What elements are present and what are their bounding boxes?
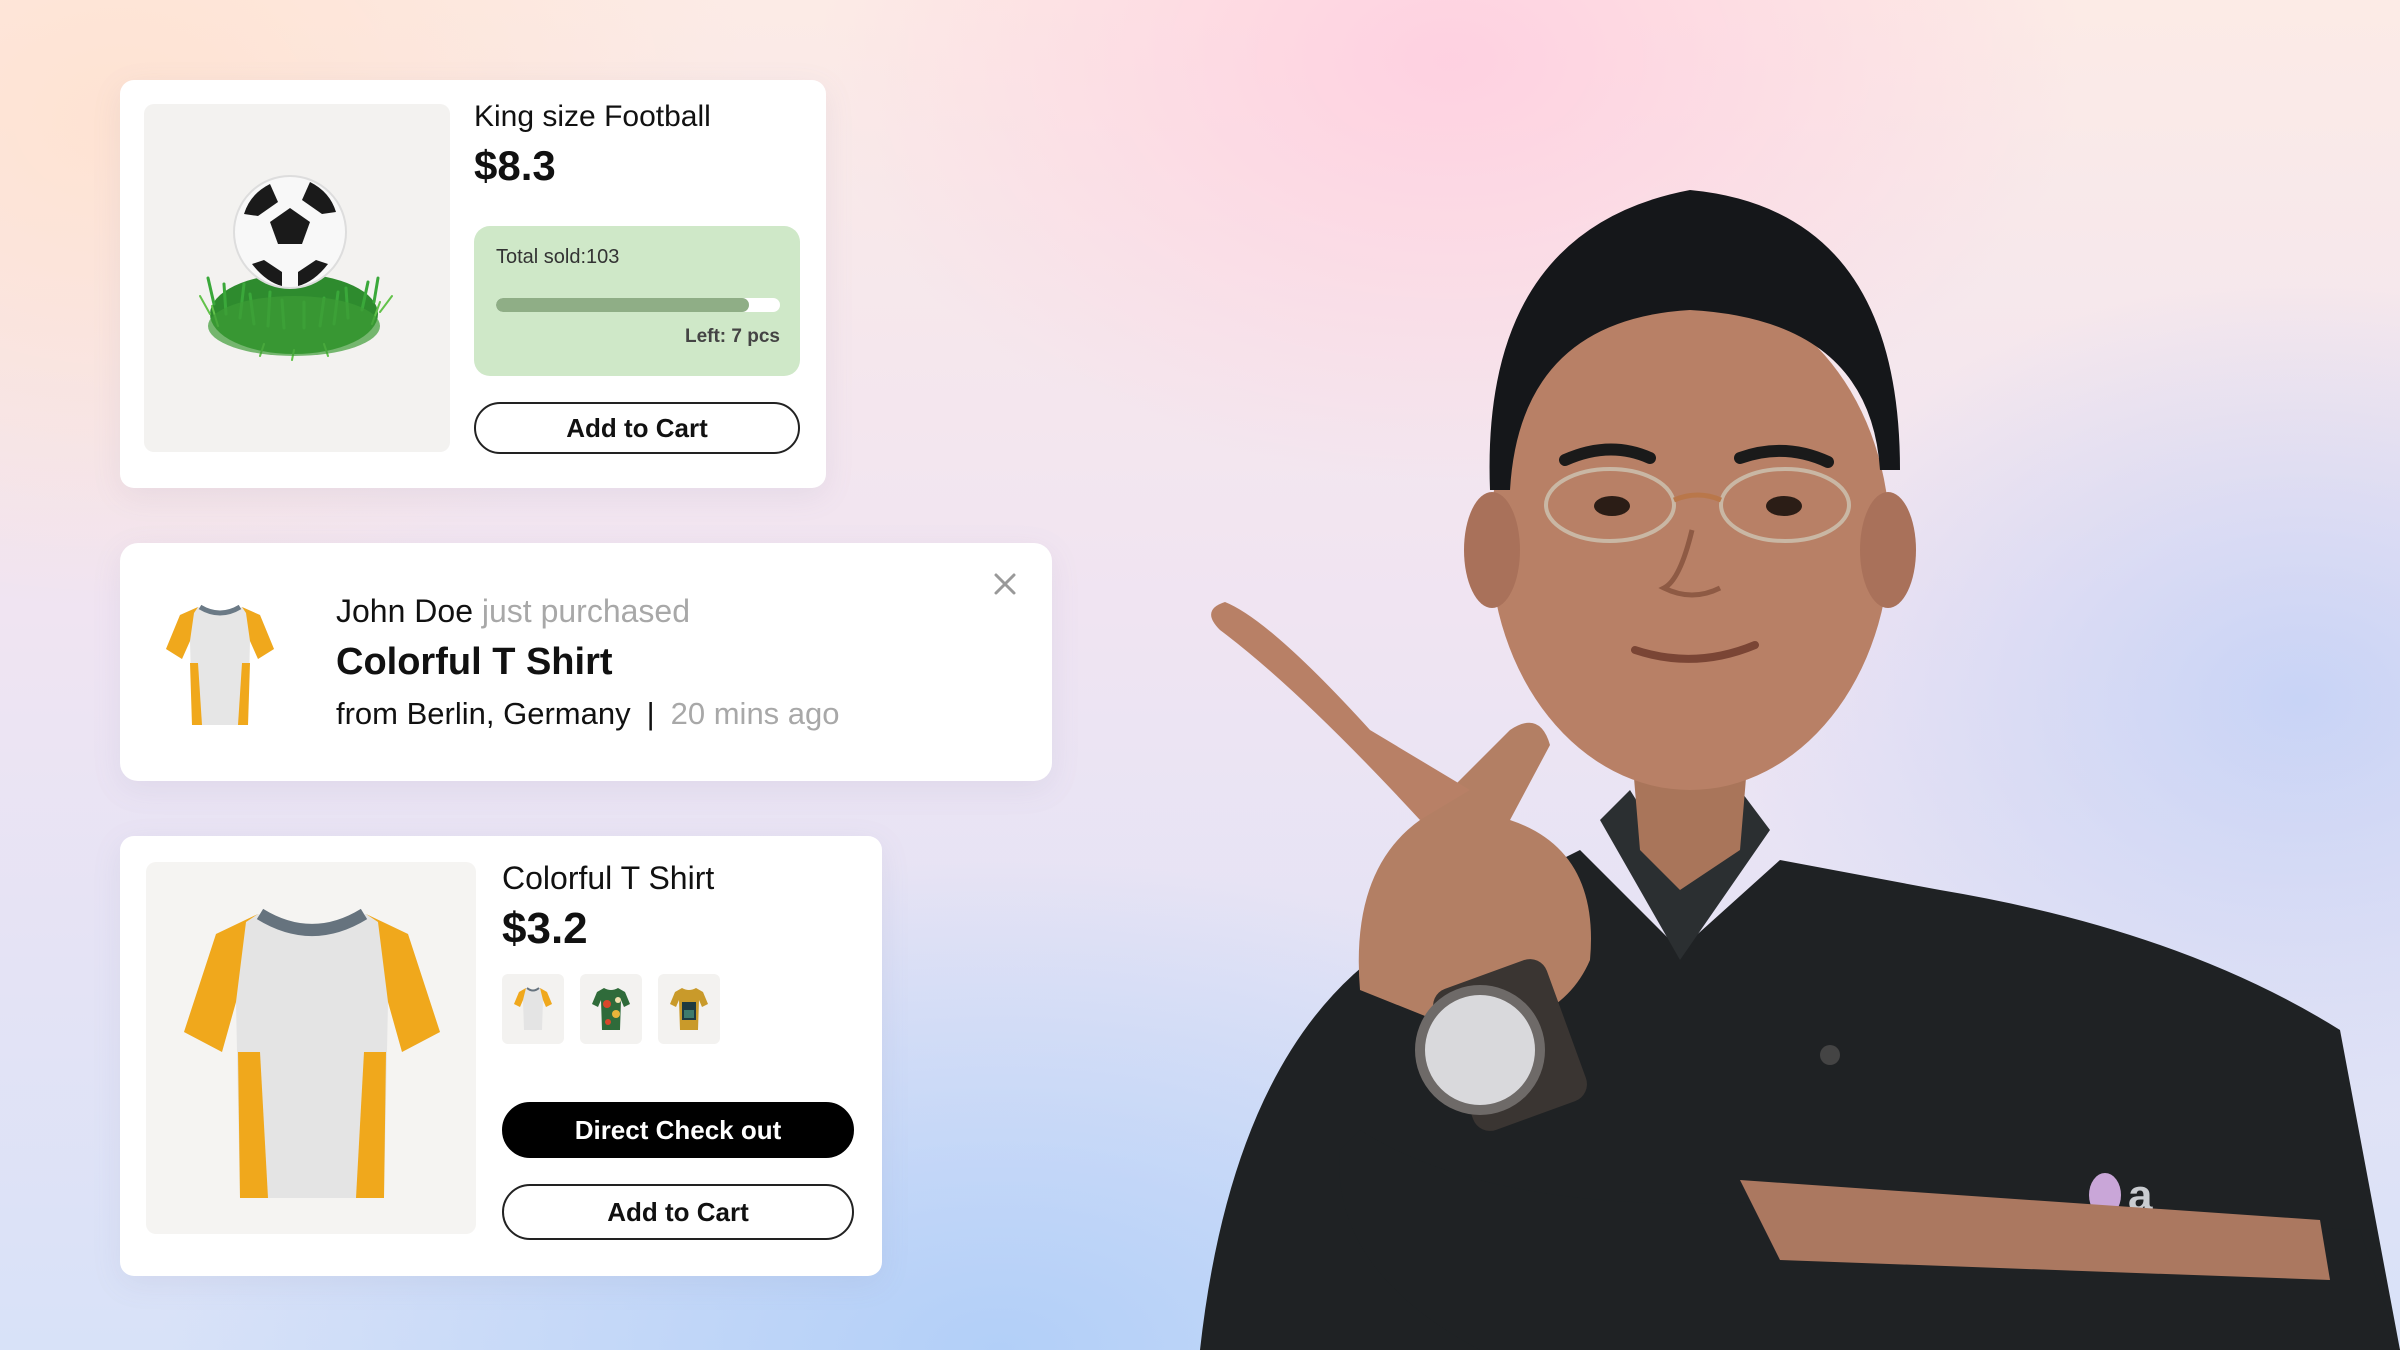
purchased-product-name: Colorful T Shirt: [336, 641, 613, 683]
purchase-time: 20 mins ago: [670, 696, 840, 731]
purchase-meta: from Berlin, Germany | 20 mins ago: [336, 696, 840, 732]
total-sold-label: Total sold:103: [496, 246, 620, 268]
presenter-illustration: a: [1200, 190, 2400, 1350]
recent-purchase-notification: John Doe just purchased Colorful T Shirt…: [120, 543, 1052, 781]
close-icon[interactable]: [988, 567, 1022, 601]
stock-progress-fill: [496, 298, 749, 312]
direct-checkout-button[interactable]: Direct Check out: [502, 1102, 854, 1158]
tshirt-product-card: Colorful T Shirt $3.2 Direct Check out A…: [120, 836, 882, 1276]
purchase-action: just purchased: [481, 593, 690, 629]
variant-mustard-shirt[interactable]: [658, 974, 720, 1044]
football-image[interactable]: [144, 104, 450, 452]
football-product-card: King size Football $8.3 Total sold:103 L…: [120, 80, 826, 488]
stock-status-box: Total sold:103 Left: 7 pcs: [474, 226, 800, 376]
purchase-location: from Berlin, Germany: [336, 696, 631, 731]
stock-left-label: Left: 7 pcs: [684, 326, 780, 347]
add-to-cart-button[interactable]: Add to Cart: [502, 1184, 854, 1240]
purchase-line: John Doe just purchased: [336, 593, 690, 630]
tshirt-image[interactable]: [146, 862, 476, 1234]
product-title: King size Football: [474, 100, 711, 133]
buyer-name: John Doe: [336, 593, 473, 629]
product-price: $8.3: [474, 142, 556, 189]
product-title: Colorful T Shirt: [502, 860, 715, 896]
product-price: $3.2: [502, 904, 588, 953]
add-to-cart-button[interactable]: Add to Cart: [474, 402, 800, 454]
tshirt-thumbnail: [166, 604, 274, 725]
variant-selector: [502, 974, 720, 1044]
variant-white-yellow-shirt[interactable]: [502, 974, 564, 1044]
stock-progress-bar: [496, 298, 780, 312]
meta-separator: |: [646, 696, 655, 731]
variant-floral-shirt[interactable]: [580, 974, 642, 1044]
